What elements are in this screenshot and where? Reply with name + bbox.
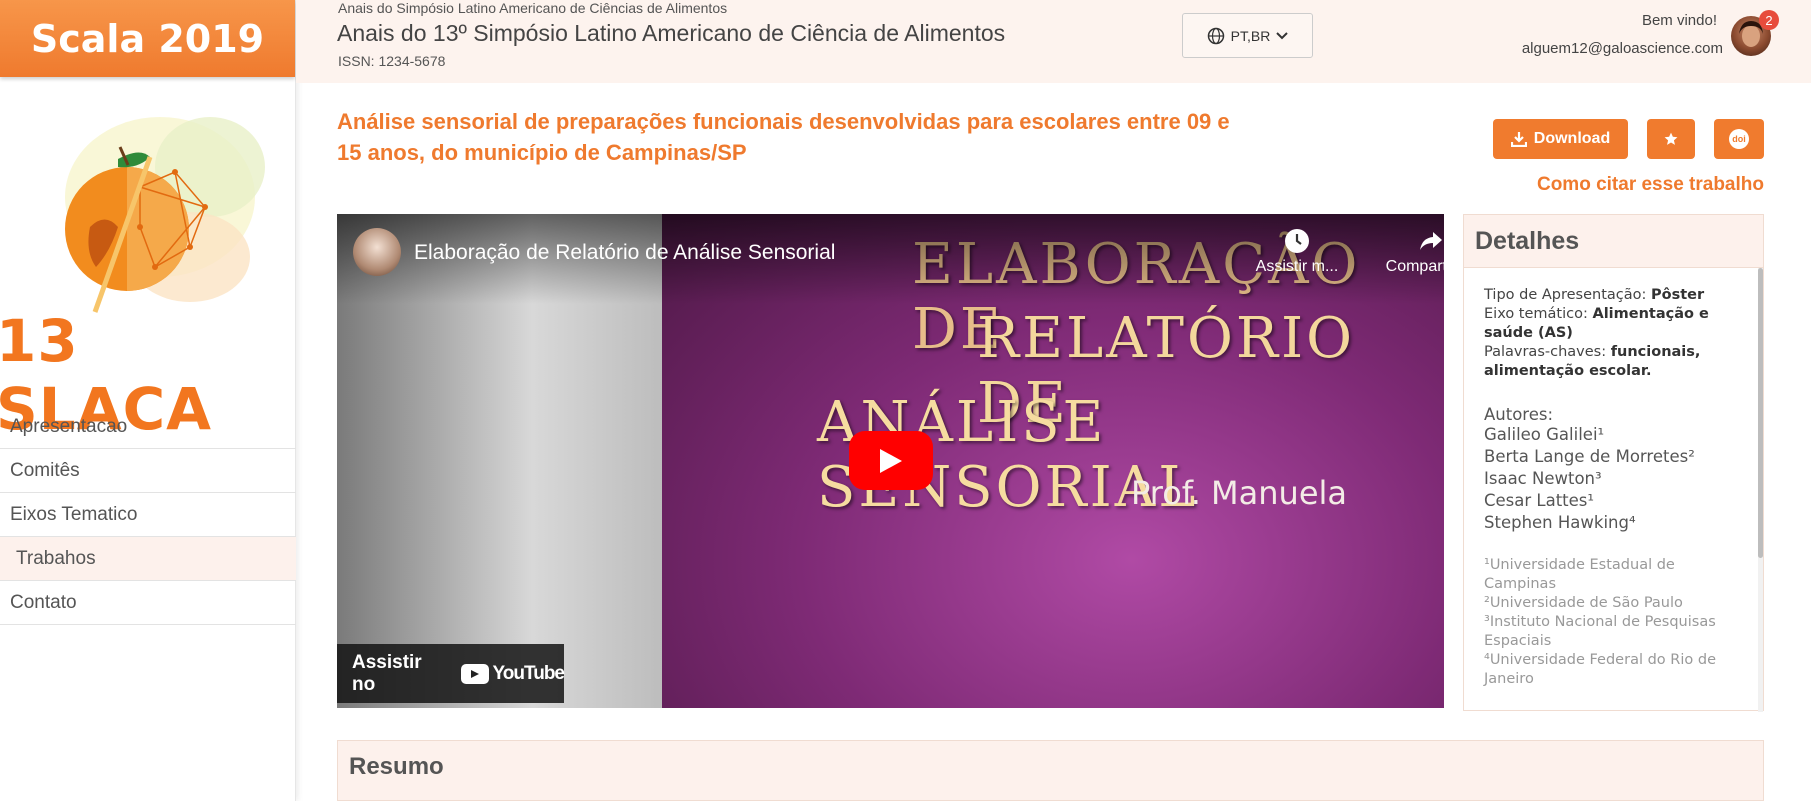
author-item[interactable]: Cesar Lattes¹: [1484, 490, 1744, 512]
youtube-wordmark: YouTube: [492, 662, 565, 684]
doi-icon: doi: [1729, 129, 1749, 149]
details-heading: Detalhes: [1464, 215, 1763, 268]
top-header: Anais do Simpósio Latino Americano de Ci…: [296, 0, 1811, 83]
resumo-section: Resumo: [337, 740, 1764, 801]
sidebar-item-eixos-tematico[interactable]: Eixos Tematico: [0, 493, 296, 537]
user-email[interactable]: alguem12@galoascience.com: [1522, 40, 1723, 57]
axis-label: Eixo temático:: [1484, 306, 1588, 322]
affiliation-item: ¹Universidade Estadual de Campinas: [1484, 557, 1675, 592]
sidebar-item-apresentacao[interactable]: Apresentacao: [0, 405, 296, 449]
keywords-label: Palavras-chaves:: [1484, 344, 1607, 360]
download-button[interactable]: Download: [1493, 119, 1628, 159]
watch-on-label: Assistir no: [352, 651, 422, 695]
authors-heading: Autores:: [1484, 405, 1554, 424]
affiliations-list: ¹Universidade Estadual de Campinas ²Univ…: [1484, 556, 1744, 689]
event-logo[interactable]: 13 SLACA: [0, 77, 295, 443]
watch-later-label: Assistir m...: [1255, 258, 1339, 275]
language-selector[interactable]: PT,BR: [1182, 13, 1313, 58]
sidebar-nav: Apresentacao Comitês Eixos Tematico Trab…: [0, 405, 296, 625]
resumo-heading: Resumo: [349, 753, 444, 780]
video-title[interactable]: Elaboração de Relatório de Análise Senso…: [414, 241, 835, 265]
download-icon: [1510, 132, 1527, 147]
share-label: Compartilh...: [1385, 258, 1444, 275]
affiliation-item: ⁴Universidade Federal do Rio de Janeiro: [1484, 652, 1716, 687]
header-title: Anais do 13º Simpósio Latino Americano d…: [337, 20, 1006, 46]
header-supertitle: Anais do Simpósio Latino Americano de Ci…: [338, 0, 728, 16]
clock-icon: [1285, 229, 1309, 253]
share-button[interactable]: Compartilh...: [1371, 228, 1444, 276]
details-body: Tipo de Apresentação: Pôster Eixo temáti…: [1464, 268, 1760, 712]
language-label: PT,BR: [1230, 27, 1271, 44]
thematic-axis: Eixo temático: Alimentação e saúde (AS): [1484, 305, 1744, 343]
youtube-logo: YouTube: [460, 662, 565, 685]
download-label: Download: [1533, 130, 1611, 147]
watch-later-button[interactable]: Assistir m...: [1237, 228, 1357, 276]
doi-button[interactable]: doi: [1714, 119, 1764, 159]
details-panel: Detalhes Tipo de Apresentação: Pôster Ei…: [1463, 214, 1764, 712]
chevron-down-icon: [1276, 31, 1289, 39]
channel-avatar[interactable]: [353, 228, 401, 276]
author-item[interactable]: Galileo Galilei¹: [1484, 424, 1744, 446]
globe-icon: [1207, 27, 1224, 44]
play-icon: [880, 448, 902, 473]
video-player[interactable]: ELABORAÇÃO DE RELATÓRIO DE ANÁLISE SENSO…: [337, 214, 1444, 708]
header-issn: ISSN: 1234-5678: [338, 53, 446, 69]
play-button[interactable]: [849, 431, 933, 490]
author-item[interactable]: Berta Lange de Morretes²: [1484, 446, 1744, 468]
welcome-text: Bem vindo!: [1641, 12, 1717, 29]
details-scroll-thumb[interactable]: [1758, 268, 1763, 558]
keywords: Palavras-chaves: funcionais, alimentação…: [1484, 343, 1744, 381]
sidebar-item-trabalhos[interactable]: Trabahos: [0, 537, 296, 581]
brand-title[interactable]: Scala 2019: [0, 0, 295, 77]
sidebar-item-contato[interactable]: Contato: [0, 581, 296, 625]
presentation-label: Tipo de Apresentação:: [1484, 287, 1647, 303]
watch-on-youtube-button[interactable]: Assistir no YouTube: [337, 644, 565, 703]
sidebar: Scala 2019 13 SLACA Apresentacao Comitês…: [0, 0, 296, 801]
favorite-button[interactable]: [1647, 119, 1695, 159]
affiliation-item: ³Instituto Nacional de Pesquisas Espacia…: [1484, 614, 1716, 649]
presentation-type: Tipo de Apresentação: Pôster: [1484, 286, 1744, 305]
slide-author: Prof. Manuela: [1131, 474, 1348, 512]
details-scrollbar[interactable]: [1758, 268, 1763, 712]
share-icon: [1420, 232, 1442, 250]
affiliation-item: ²Universidade de São Paulo: [1484, 595, 1683, 611]
author-item[interactable]: Isaac Newton³: [1484, 468, 1744, 490]
youtube-play-icon: [460, 663, 489, 684]
presentation-value: Pôster: [1651, 287, 1705, 303]
author-item[interactable]: Stephen Hawking⁴: [1484, 512, 1744, 534]
notification-badge[interactable]: 2: [1759, 10, 1779, 30]
sidebar-item-comites[interactable]: Comitês: [0, 449, 296, 493]
paper-title: Análise sensorial de preparações funcion…: [337, 109, 1230, 165]
star-icon: [1664, 132, 1678, 145]
cite-link[interactable]: Como citar esse trabalho: [1537, 174, 1764, 196]
